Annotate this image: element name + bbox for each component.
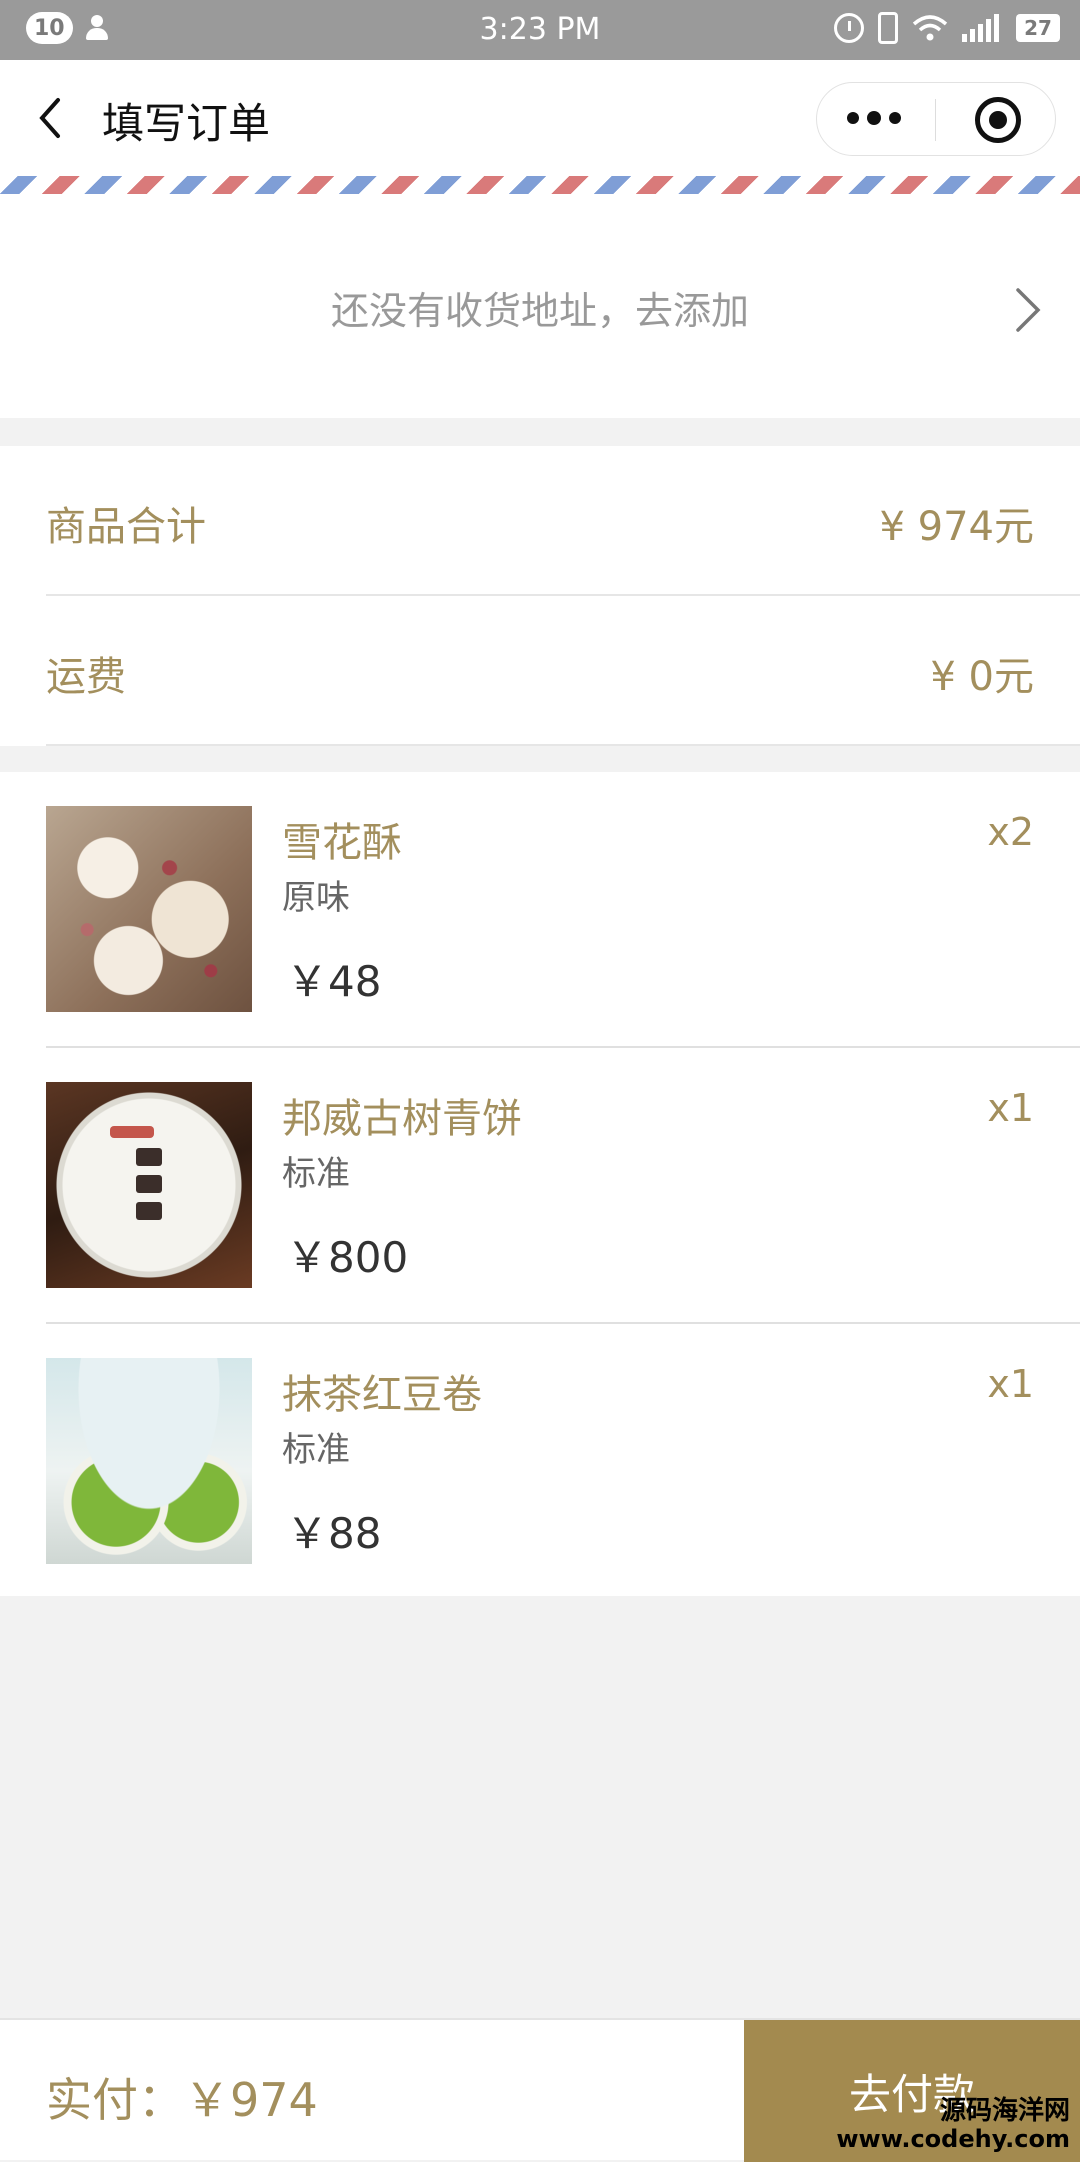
capsule-divider: [935, 99, 936, 141]
status-bar: 10 3:23 PM 27: [0, 0, 1080, 60]
list-item: 雪花酥 原味 ￥48 x2: [0, 772, 1080, 1048]
chevron-right-icon: [1016, 288, 1041, 332]
product-spec: 原味: [282, 878, 350, 918]
order-summary: 商品合计 ¥ 974元 运费 ¥ 0元: [0, 446, 1080, 746]
product-image-tea-cake: [46, 1082, 252, 1288]
watermark-line1: 源码海洋网: [939, 2096, 1070, 2127]
battery-icon: 27: [1016, 14, 1060, 42]
wifi-icon: [912, 15, 948, 41]
summary-row-shipping: 运费 ¥ 0元: [46, 596, 1034, 744]
airmail-stripe-border: [0, 176, 1080, 194]
watermark-line2: www.codehy.com: [836, 2124, 1070, 2153]
navigation-bar: 填写订单: [0, 60, 1080, 176]
list-item: 抹茶红豆卷 标准 ￥88 x1: [0, 1324, 1080, 1600]
product-spec: 标准: [282, 1154, 350, 1194]
alarm-icon: [834, 13, 864, 43]
signal-icon: [962, 14, 1002, 42]
product-image-snowflake-crisp: [46, 806, 252, 1012]
product-name: 雪花酥: [282, 820, 402, 866]
page-title: 填写订单: [102, 99, 271, 148]
total-payable: 实付：￥974: [46, 2073, 318, 2127]
back-arrow-icon[interactable]: [30, 96, 74, 140]
product-quantity: x1: [987, 1362, 1034, 1406]
watermark: 源码海洋网 www.codehy.com: [836, 2097, 1070, 2152]
shipping-value: ¥ 0元: [930, 654, 1034, 700]
add-address-prompt: 还没有收货地址，去添加: [330, 289, 749, 333]
product-spec: 标准: [282, 1430, 350, 1470]
vibrate-icon: [878, 12, 898, 44]
product-price: ￥48: [286, 957, 382, 1006]
subtotal-label: 商品合计: [46, 504, 206, 550]
product-name: 抹茶红豆卷: [282, 1372, 482, 1418]
checkout-bar: 实付：￥974 去付款 源码海洋网 www.codehy.com: [0, 2018, 1080, 2162]
product-price: ￥88: [286, 1509, 382, 1558]
product-price: ￥800: [286, 1233, 409, 1282]
mini-program-capsule: [816, 82, 1056, 156]
product-list: 雪花酥 原味 ￥48 x2 邦威古树青饼 标准 ￥800 x1 抹茶红豆卷 标准…: [0, 772, 1080, 1596]
product-name: 邦威古树青饼: [282, 1096, 522, 1142]
product-image-matcha-roll: [46, 1358, 252, 1564]
list-item: 邦威古树青饼 标准 ￥800 x1: [0, 1048, 1080, 1324]
close-program-icon[interactable]: [975, 97, 1021, 143]
product-quantity: x1: [987, 1086, 1034, 1130]
add-address-row[interactable]: 还没有收货地址，去添加: [0, 194, 1080, 418]
shipping-label: 运费: [46, 654, 126, 700]
divider: [46, 744, 1080, 746]
more-icon[interactable]: [847, 111, 901, 125]
summary-row-subtotal: 商品合计 ¥ 974元: [46, 446, 1034, 594]
product-quantity: x2: [987, 810, 1034, 854]
subtotal-value: ¥ 974元: [879, 504, 1034, 550]
status-right: 27: [834, 12, 1060, 44]
